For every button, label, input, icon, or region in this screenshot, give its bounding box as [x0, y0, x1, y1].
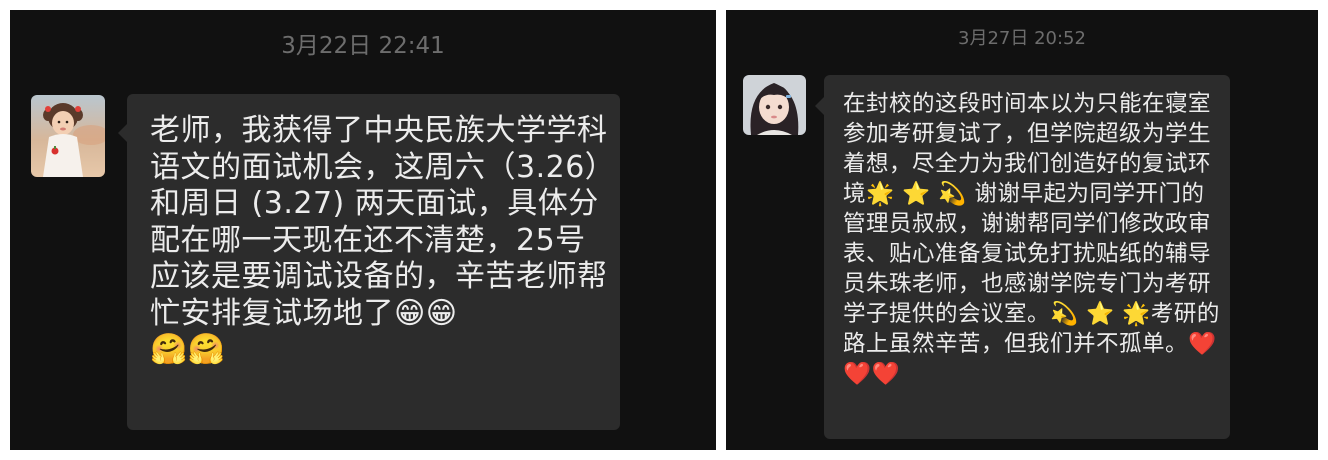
message-body: 老师，我获得了中央民族大学学科语文的面试机会，这周六（3.26）和周日 (3.2…: [150, 113, 608, 331]
avatar-girl-photo-icon: [743, 75, 806, 135]
chat-panel-left: 3月22日 22:41 老师，我获得了中央民族大学学科语文的面试机会，这周六（3…: [10, 10, 716, 450]
message-bubble[interactable]: 老师，我获得了中央民族大学学科语文的面试机会，这周六（3.26）和周日 (3.2…: [118, 94, 620, 430]
avatar-toddler-photo-icon: [31, 95, 105, 177]
sender-avatar[interactable]: [31, 95, 105, 177]
message-text: 老师，我获得了中央民族大学学科语文的面试机会，这周六（3.26）和周日 (3.2…: [150, 113, 610, 369]
message-timestamp: 3月22日 22:41: [281, 33, 445, 59]
sender-avatar[interactable]: [743, 75, 806, 135]
message-bubble[interactable]: 在封校的这段时间本以为只能在寝室参加考研复试了，但学院超级为学生着想，尽全力为我…: [815, 75, 1230, 439]
screenshot-canvas: 3月22日 22:41 老师，我获得了中央民族大学学科语文的面试机会，这周六（3…: [0, 0, 1328, 460]
message-emojis: 🤗🤗: [150, 332, 226, 367]
message-timestamp: 3月27日 20:52: [958, 28, 1086, 49]
message-text: 在封校的这段时间本以为只能在寝室参加考研复试了，但学院超级为学生着想，尽全力为我…: [843, 91, 1220, 387]
chat-panel-right: 3月27日 20:52 在封校的这段时间本以为只能在寝室参加考研复试了，但学院超…: [726, 10, 1318, 450]
